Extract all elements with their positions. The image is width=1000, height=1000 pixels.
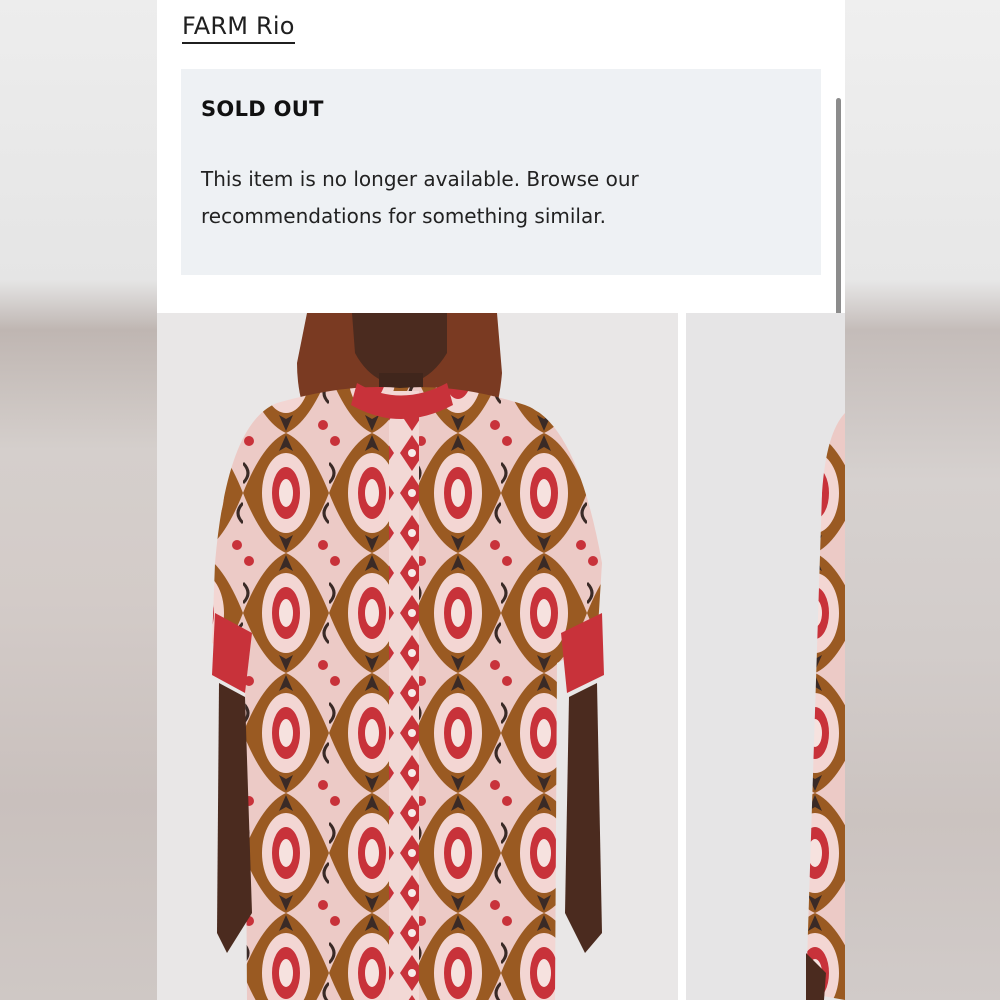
product-image-main[interactable] bbox=[157, 313, 678, 1000]
blurred-background-right bbox=[845, 0, 1000, 1000]
model-photo-secondary bbox=[686, 313, 845, 1000]
sold-out-notice: SOLD OUT This item is no longer availabl… bbox=[181, 69, 821, 275]
product-image-secondary[interactable] bbox=[686, 313, 845, 1000]
notice-title: SOLD OUT bbox=[201, 97, 324, 121]
brand-link[interactable]: FARM Rio bbox=[182, 12, 295, 44]
blurred-background-left bbox=[0, 0, 157, 1000]
product-image-gallery[interactable] bbox=[157, 313, 845, 1000]
notice-message: This item is no longer available. Browse… bbox=[201, 167, 639, 228]
product-page: FARM Rio SOLD OUT This item is no longer… bbox=[157, 0, 845, 1000]
model-photo bbox=[157, 313, 678, 1000]
